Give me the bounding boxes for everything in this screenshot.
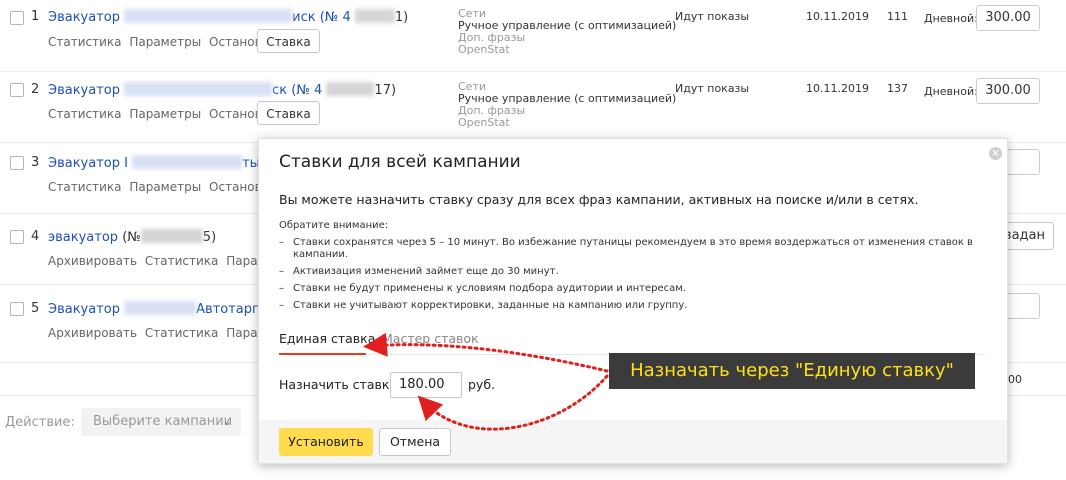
dialog-description: Вы можете назначить ставку сразу для все… xyxy=(279,192,919,207)
stats-link[interactable]: Статистика xyxy=(48,35,122,49)
chevron-down-icon: ⌄ xyxy=(222,415,232,428)
meta-openstat: OpenStat xyxy=(458,43,510,56)
campaign-name-tail[interactable]: иск (№ 4 xyxy=(292,10,351,25)
notice-item: Ставки не будут применены к условиям под… xyxy=(279,283,979,295)
campaign-id-end: 5) xyxy=(202,230,217,245)
campaign-name-link[interactable]: Эвакуатор I ты – xyxy=(48,155,271,171)
row-number: 3 xyxy=(31,155,40,170)
redacted-text xyxy=(140,229,203,243)
redacted-text xyxy=(124,9,293,23)
notice-list: Ставки сохранятся через 5 – 10 минут. Во… xyxy=(279,237,979,317)
campaign-name[interactable]: Эвакуатор xyxy=(48,10,120,25)
annotation-callout: Назначать через "Единую ставку" xyxy=(609,353,975,389)
params-link[interactable]: Параметры xyxy=(129,180,201,194)
daily-budget-input[interactable]: 300.00 xyxy=(976,78,1040,104)
campaign-row-1: 1 Эвакуатор иск (№ 4 1) Статистика Парам… xyxy=(0,0,1066,70)
campaign-id-end: 1) xyxy=(394,10,409,25)
tab-bid-wizard[interactable]: Мастер ставок xyxy=(382,331,479,346)
redacted-text xyxy=(354,9,395,23)
bid-amount-input[interactable]: 180.00 xyxy=(390,372,462,398)
count-value: 111 xyxy=(887,10,908,23)
campaign-meta: Сети Ручное управление (с оптимизацией) … xyxy=(458,81,676,129)
campaign-meta: Сети Ручное управление (с оптимизацией) … xyxy=(458,8,676,56)
row-number: 1 xyxy=(31,9,40,24)
row-number: 4 xyxy=(31,229,40,244)
redacted-text xyxy=(132,155,243,169)
status-text: Идут показы xyxy=(675,10,750,23)
total-fragment: 00 xyxy=(1008,373,1022,386)
bid-button[interactable]: Ставка xyxy=(257,101,320,125)
stats-link[interactable]: Статистика xyxy=(145,326,219,340)
stats-link[interactable]: Статистика xyxy=(145,254,219,268)
bid-button[interactable]: Ставка xyxy=(257,29,320,53)
params-link[interactable]: Параметры xyxy=(129,35,201,49)
dialog-title: Ставки для всей кампании xyxy=(279,152,521,172)
row-checkbox[interactable] xyxy=(10,302,24,316)
start-date: 10.11.2019 xyxy=(806,82,869,95)
campaign-name-link[interactable]: эвакуатор (№ 5) xyxy=(48,229,216,245)
tab-single-bid[interactable]: Единая ставка xyxy=(279,331,375,346)
row-actions: Архивировать Статистика Параметр xyxy=(48,254,293,268)
budget-label: Дневной: xyxy=(924,12,978,25)
currency-label: руб. xyxy=(468,377,496,392)
stats-link[interactable]: Статистика xyxy=(48,107,122,121)
row-checkbox[interactable] xyxy=(10,156,24,170)
notice-item: Ставки сохранятся через 5 – 10 минут. Во… xyxy=(279,237,979,261)
campaign-name[interactable]: Эвакуатор I xyxy=(48,156,128,171)
campaign-name-tail[interactable]: ск (№ 4 xyxy=(272,83,322,98)
row-checkbox[interactable] xyxy=(10,11,24,25)
bid-label: Назначить ставку xyxy=(279,377,397,392)
active-tab-underline xyxy=(279,353,366,355)
count-value: 137 xyxy=(887,82,908,95)
archive-link[interactable]: Архивировать xyxy=(48,254,137,268)
set-button[interactable]: Установить xyxy=(279,428,373,456)
budget-label: Дневной: xyxy=(924,85,978,98)
redacted-text xyxy=(326,82,375,96)
campaign-name[interactable]: эвакуатор xyxy=(48,230,118,245)
stats-link[interactable]: Статистика xyxy=(48,180,122,194)
redacted-text xyxy=(124,301,197,315)
campaign-action-select[interactable]: Выберите кампании ⌄ xyxy=(81,408,241,436)
campaign-name-tail: (№ xyxy=(122,230,141,245)
campaign-bids-dialog: Ставки для всей кампании × Вы можете наз… xyxy=(258,138,1008,464)
start-date: 10.11.2019 xyxy=(806,10,869,23)
close-icon[interactable]: × xyxy=(989,147,1002,160)
notice-item: Ставки не учитывают корректировки, задан… xyxy=(279,300,979,312)
redacted-text xyxy=(124,82,273,96)
row-actions: Статистика Параметры Остановить xyxy=(48,35,288,49)
campaign-name[interactable]: Эвакуатор xyxy=(48,83,120,98)
row-actions: Статистика Параметры Остановить xyxy=(48,180,288,194)
notice-heading: Обратите внимание: xyxy=(279,220,389,231)
dialog-footer: Установить Отмена xyxy=(259,420,1007,463)
campaign-name-link[interactable]: Эвакуатор ск (№ 4 17) xyxy=(48,82,396,98)
notice-item: Активизация изменений займет еще до 30 м… xyxy=(279,266,979,278)
meta-openstat: OpenStat xyxy=(458,116,510,129)
row-number: 2 xyxy=(31,82,40,97)
params-link[interactable]: Параметры xyxy=(129,107,201,121)
campaign-name-link[interactable]: Эвакуатор иск (№ 4 1) xyxy=(48,9,408,25)
action-label: Действие: xyxy=(5,415,75,430)
campaign-id-end: 17) xyxy=(374,83,397,98)
row-number: 5 xyxy=(31,301,40,316)
campaign-row-2: 2 Эвакуатор ск (№ 4 17) Статистика Парам… xyxy=(0,72,1066,142)
row-checkbox[interactable] xyxy=(10,230,24,244)
cancel-button[interactable]: Отмена xyxy=(379,428,451,456)
archive-link[interactable]: Архивировать xyxy=(48,326,137,340)
campaign-name[interactable]: Эвакуатор xyxy=(48,302,120,317)
daily-budget-input[interactable]: 300.00 xyxy=(976,5,1040,31)
status-text: Идут показы xyxy=(675,82,750,95)
row-checkbox[interactable] xyxy=(10,83,24,97)
row-actions: Статистика Параметры Остановить xyxy=(48,107,288,121)
row-actions: Архивировать Статистика Параметр xyxy=(48,326,293,340)
campaign-name-tail[interactable]: Автотарг xyxy=(196,302,259,317)
campaign-name-link[interactable]: Эвакуатор Автотарг xyxy=(48,301,259,317)
select-placeholder: Выберите кампании xyxy=(93,414,233,429)
